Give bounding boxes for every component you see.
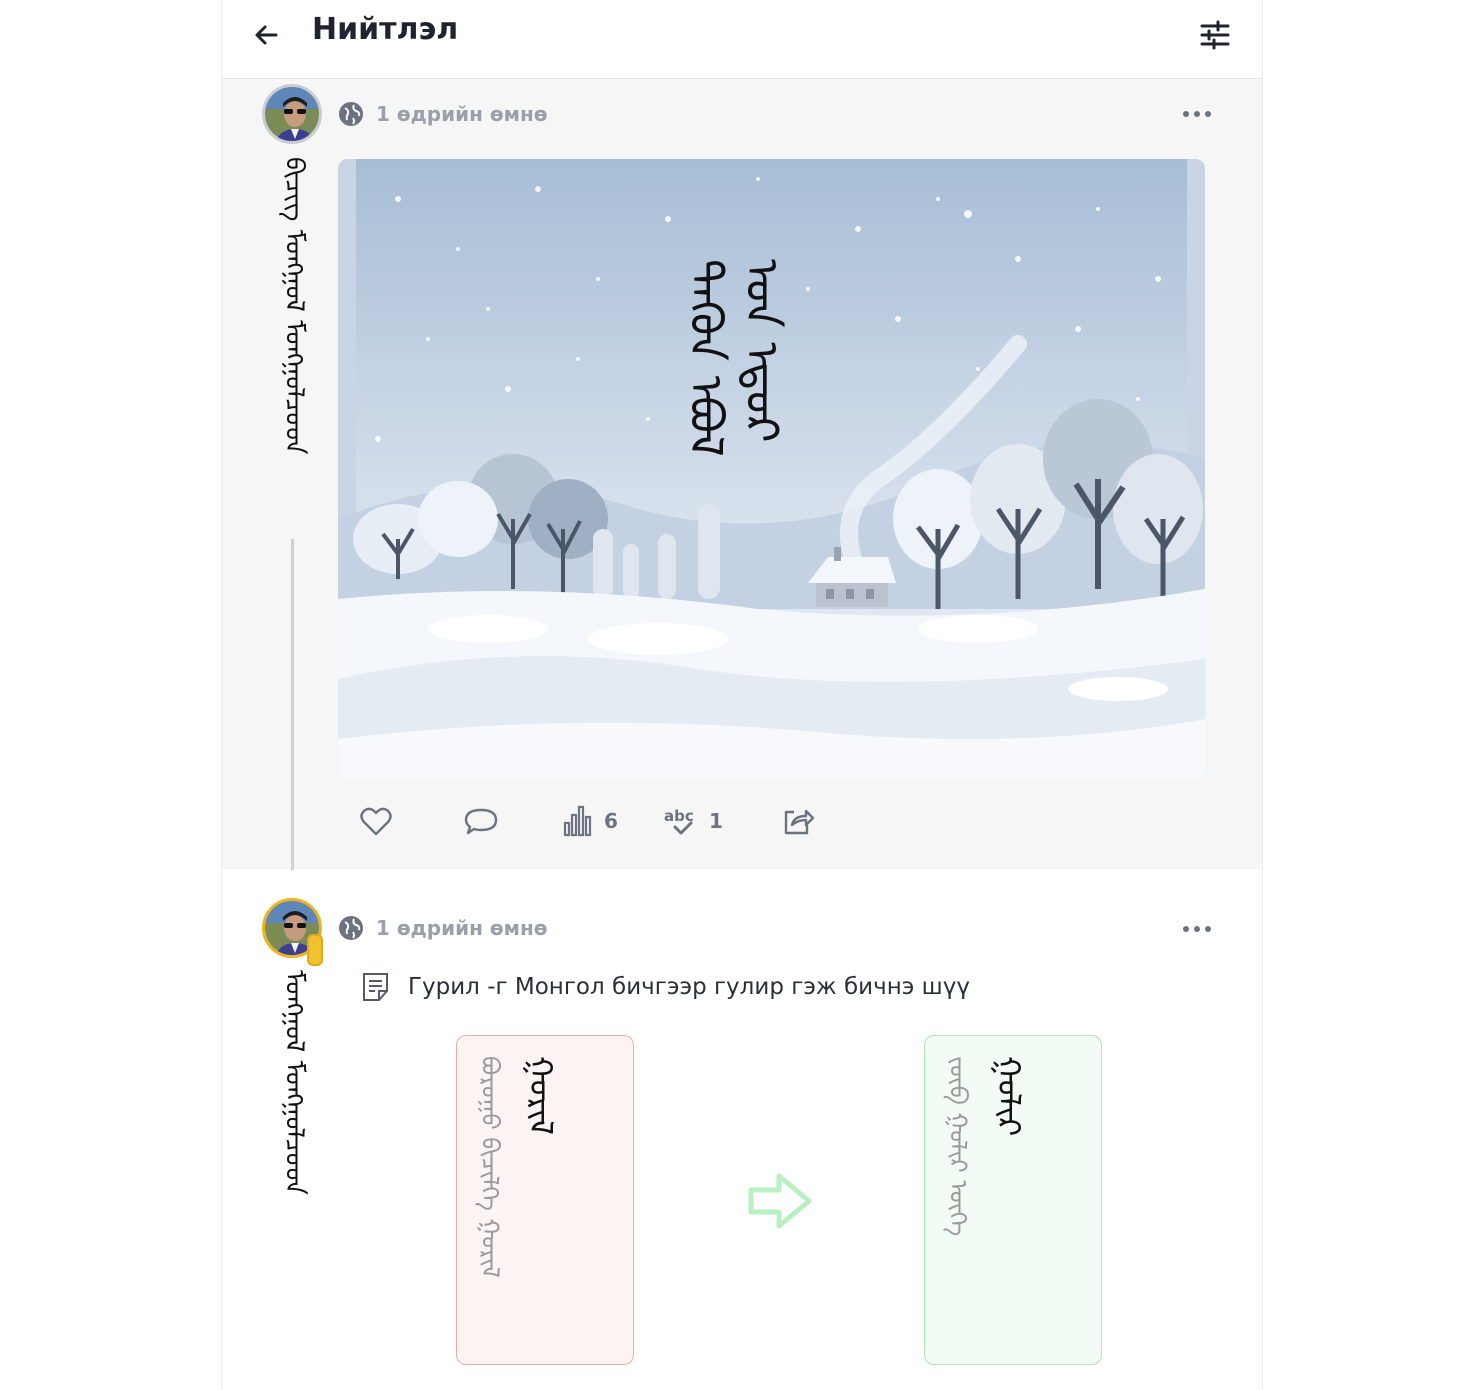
correction-note: Гурил -г Монгол бичгээр гулир гэж бичнэ … (360, 970, 970, 1004)
page: Нийтлэл 1 өдрийн өмнө ᠪᠢᠴᠢᠭ ᠮᠣᠩᠭᠣᠯ ᠮᠣᠩᠭᠣ… (221, 0, 1263, 1390)
correction-text: Гурил -г Монгол бичгээр гулир гэж бичнэ … (408, 974, 970, 1000)
sliders-icon (1200, 20, 1230, 50)
bar-chart-icon (563, 805, 592, 837)
comment-icon (464, 808, 498, 835)
edit-note-icon (363, 973, 388, 1001)
arrow-right-icon (748, 1173, 812, 1229)
heart-icon (360, 807, 392, 836)
post-card[interactable]: 1 өдрийн өмнө ᠮᠣᠩᠭᠣᠯ ᠮᠣᠩᠭᠣᠯᠴᠤᠳ Гурил -г … (222, 870, 1262, 1390)
author-name-script: ᠮᠣᠩᠭᠣᠯ ᠮᠣᠩᠭᠣᠯᠴᠤᠳ (279, 970, 309, 1195)
spellcheck-icon: abc (664, 807, 694, 835)
faded-context-script: ᠵᠥᠪ ᠭᠤᠯᠢᠷ ᠦᠭᠡ (944, 1056, 972, 1237)
more-options-icon[interactable] (1180, 105, 1214, 123)
more-options-icon[interactable] (1180, 920, 1214, 938)
comment-button[interactable] (463, 801, 499, 841)
faded-context-script: ᠪᠤᠷᠤᠭᠤ ᠪᠢᠴᠢᠯᠭᠡ ᠭᠤᠷᠢᠯ (476, 1056, 504, 1278)
share-icon (784, 809, 815, 835)
post-image[interactable]: ᠲᠡᠭᠦᠨ ᠡᠪᠦᠯ ᠤᠨ ᠡᠳᠦᠷ (338, 159, 1205, 781)
image-caption-script: ᠲᠡᠭᠦᠨ ᠡᠪᠦᠯ ᠤᠨ ᠡᠳᠦᠷ (679, 259, 789, 457)
spellcheck-button[interactable]: abc 1 (663, 801, 723, 841)
arrow-left-icon (255, 25, 278, 45)
badge-icon (307, 934, 323, 966)
like-button[interactable] (358, 801, 394, 841)
back-button[interactable] (250, 18, 284, 52)
globe-icon (339, 916, 363, 940)
incorrect-spelling-card: ᠪᠤᠷᠤᠭᠤ ᠪᠢᠴᠢᠯᠭᠡ ᠭᠤᠷᠢᠯ ᠭᠤᠷᠢᠯ (456, 1035, 634, 1365)
views-button[interactable]: 6 (562, 801, 618, 841)
incorrect-word: ᠭᠤᠷᠢᠯ (522, 1056, 560, 1135)
author-name-script: ᠪᠢᠴᠢᠭ ᠮᠣᠩᠭᠣᠯ ᠮᠣᠩᠭᠣᠯᠴᠤᠳ (279, 157, 309, 455)
thread-line (291, 539, 294, 884)
avatar[interactable] (262, 84, 322, 144)
app-header: Нийтлэл (222, 0, 1262, 79)
svg-text:abc: abc (664, 807, 694, 825)
spellcheck-count: 1 (709, 809, 723, 833)
views-count: 6 (604, 809, 618, 833)
share-button[interactable] (780, 801, 816, 841)
post-time: 1 өдрийн өмнө (376, 102, 548, 126)
post-time: 1 өдрийн өмнө (376, 916, 548, 940)
post-actions: 6 abc 1 (358, 801, 1058, 841)
globe-icon (339, 102, 363, 126)
correct-word: ᠭᠤᠯᠢᠷ (990, 1056, 1028, 1137)
correct-spelling-card: ᠵᠥᠪ ᠭᠤᠯᠢᠷ ᠦᠭᠡ ᠭᠤᠯᠢᠷ (924, 1035, 1102, 1365)
filter-button[interactable] (1198, 18, 1232, 52)
avatar-photo (265, 87, 319, 141)
page-title: Нийтлэл (312, 12, 459, 47)
post-card[interactable]: 1 өдрийн өмнө ᠪᠢᠴᠢᠭ ᠮᠣᠩᠭᠣᠯ ᠮᠣᠩᠭᠣᠯᠴᠤᠳ ᠲᠡᠭ… (222, 79, 1262, 884)
